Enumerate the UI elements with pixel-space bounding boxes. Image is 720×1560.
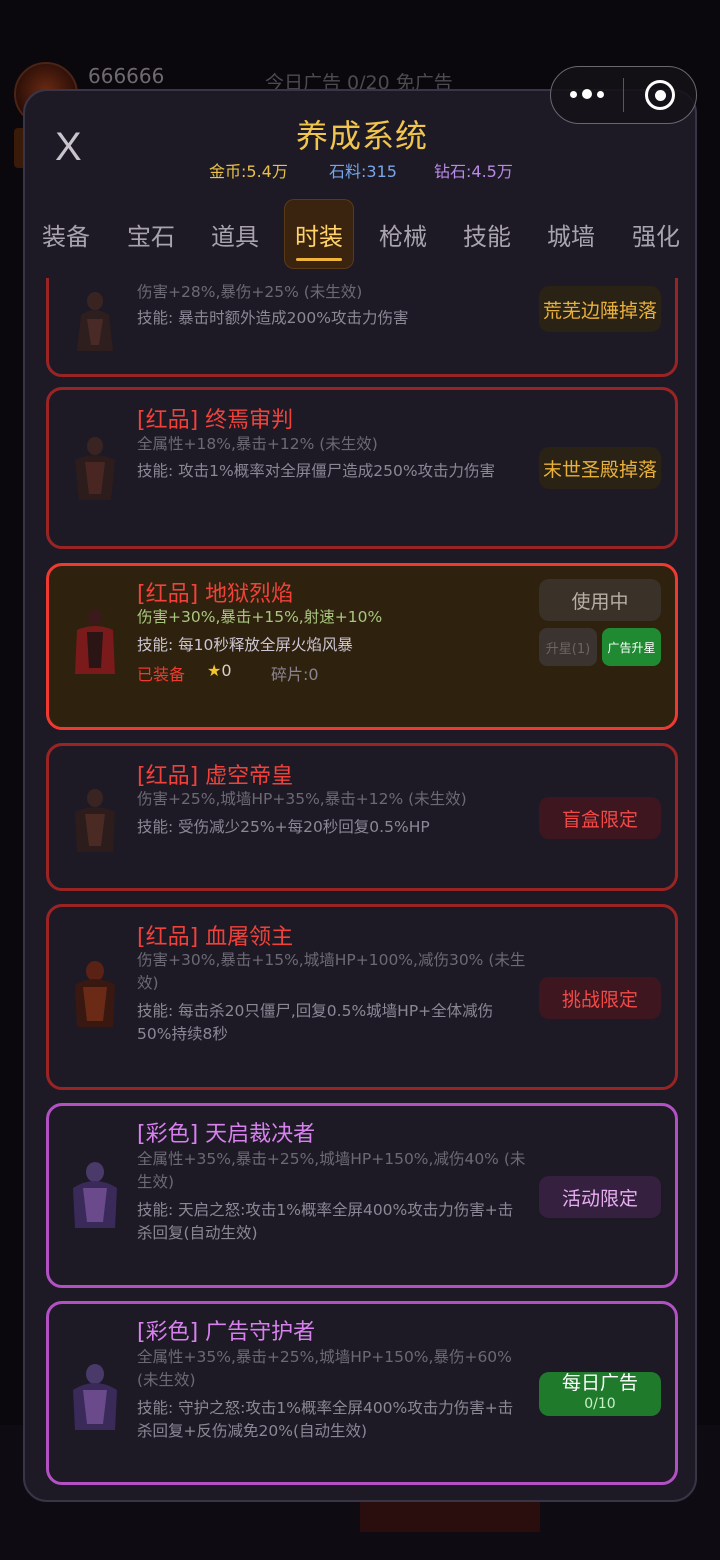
costume-portrait-icon [75,789,115,852]
star-icon: ★ [207,661,222,680]
more-menu-icon[interactable] [551,89,623,100]
event-limited-button[interactable]: 活动限定 [539,1176,661,1218]
costume-attributes: 伤害+25%,城墙HP+35%,暴击+12% (未生效) [137,790,467,808]
tab-costume-label: 时装 [295,222,343,251]
costume-card-rainbow: [彩色] 广告守护者 全属性+35%,暴击+25%,城墙HP+150%,暴伤+6… [46,1301,678,1485]
costume-attributes: 伤害+28%,暴伤+25% (未生效) [137,283,363,301]
costume-name: [彩色] 天启裁决者 [137,1122,316,1147]
stone-counter: 石料:315 [329,162,397,181]
costume-name: [红品] 地狱烈焰 [137,582,294,607]
costume-card: [红品] 血屠领主 伤害+30%,暴击+15%,城墙HP+100%,减伤30% … [46,904,678,1090]
costume-skill: 技能: 攻击1%概率对全屏僵尸造成250%攻击力伤害 [137,462,496,480]
cultivation-modal: X 养成系统 金币:5.4万 石料:315 钻石:4.5万 装备 宝石 道具 时… [23,89,697,1502]
costume-attributes: 伤害+30%,暴击+15%,城墙HP+100%,减伤30% (未生效) [137,951,526,992]
tab-enhance[interactable]: 强化 [619,199,693,269]
tab-wall[interactable]: 城墙 [534,199,608,269]
daily-ad-label: 每日广告 [561,1372,638,1394]
daily-ad-progress: 0/10 [584,1396,616,1412]
gold-counter: 金币:5.4万 [209,162,288,181]
costume-attributes: 全属性+18%,暴击+12% (未生效) [137,435,378,453]
in-use-button[interactable]: 使用中 [539,579,661,621]
costume-name: [彩色] 广告守护者 [137,1320,316,1345]
diamond-counter: 钻石:4.5万 [434,162,513,181]
costume-skill: 技能: 每10秒释放全屏火焰风暴 [137,636,353,654]
costume-portrait-icon [73,1162,117,1228]
costume-skill: 技能: 守护之怒:攻击1%概率全屏400%攻击力伤害+击杀回复+反伤减免20%(… [137,1399,514,1440]
challenge-button[interactable]: 挑战限定 [539,977,661,1019]
daily-ad-button[interactable]: 每日广告 0/10 [539,1372,661,1416]
costume-portrait-icon [75,609,115,674]
costume-name: [红品] 血屠领主 [137,925,294,950]
star-up-button[interactable]: 升星(1) [539,628,597,666]
drop-source-button[interactable]: 荒芜边陲掉落 [539,286,661,332]
costume-card: [红品] 虚空帝皇 伤害+25%,城墙HP+35%,暴击+12% (未生效) 技… [46,743,678,891]
tab-equipment[interactable]: 装备 [29,199,103,269]
costume-skill: 技能: 暴击时额外造成200%攻击力伤害 [137,309,409,327]
tab-bar: 装备 宝石 道具 时装 枪械 技能 城墙 强化 [25,199,695,269]
costume-portrait-icon [73,1364,117,1430]
equip-status-row: 已装备 ★0 碎片:0 [137,661,319,685]
costume-card: [红品] 终焉审判 全属性+18%,暴击+12% (未生效) 技能: 攻击1%概… [46,387,678,549]
ad-star-up-button[interactable]: 广告升星 [602,628,661,666]
costume-list[interactable]: 伤害+28%,暴伤+25% (未生效) 技能: 暴击时额外造成200%攻击力伤害… [25,278,695,1500]
costume-card-equipped: [红品] 地狱烈焰 伤害+30%,暴击+15%,射速+10% 技能: 每10秒释… [46,563,678,730]
blind-box-button[interactable]: 盲盒限定 [539,797,661,839]
costume-portrait-icon [75,961,115,1027]
fragment-count: 碎片:0 [271,665,319,684]
costume-card: 伤害+28%,暴伤+25% (未生效) 技能: 暴击时额外造成200%攻击力伤害… [46,278,678,377]
costume-skill: 技能: 天启之怒:攻击1%概率全屏400%攻击力伤害+击杀回复(自动生效) [137,1201,514,1242]
miniprogram-capsule [550,66,697,124]
screen: 666666 今日广告 0/20 免广告 X 养成系统 金币:5.4万 石料:3… [0,0,720,1560]
costume-name: [红品] 虚空帝皇 [137,764,294,789]
close-miniprogram-icon[interactable] [624,80,696,110]
costume-attributes: 伤害+30%,暴击+15%,射速+10% [137,608,383,626]
tab-firearms[interactable]: 枪械 [366,199,440,269]
tab-items[interactable]: 道具 [198,199,272,269]
costume-attributes: 全属性+35%,暴击+25%,城墙HP+150%,暴伤+60% (未生效) [137,1348,512,1389]
player-name: 666666 [88,64,165,88]
star-level: ★0 [207,661,232,680]
costume-attributes: 全属性+35%,暴击+25%,城墙HP+150%,减伤40% (未生效) [137,1150,526,1191]
star-count: 0 [221,661,232,680]
tab-skills[interactable]: 技能 [450,199,524,269]
tab-gems[interactable]: 宝石 [114,199,188,269]
costume-card-rainbow: [彩色] 天启裁决者 全属性+35%,暴击+25%,城墙HP+150%,减伤40… [46,1103,678,1288]
costume-portrait-icon [75,437,115,500]
equipped-label: 已装备 [137,665,186,684]
drop-source-button[interactable]: 末世圣殿掉落 [539,447,661,489]
tab-costume[interactable]: 时装 [284,199,354,269]
costume-skill: 技能: 受伤减少25%+每20秒回复0.5%HP [137,818,430,836]
costume-portrait-icon [77,292,113,351]
costume-skill: 技能: 每击杀20只僵尸,回复0.5%城墙HP+全体减伤50%持续8秒 [137,1002,494,1043]
costume-name: [红品] 终焉审判 [137,408,294,433]
tab-active-underline [296,258,342,261]
